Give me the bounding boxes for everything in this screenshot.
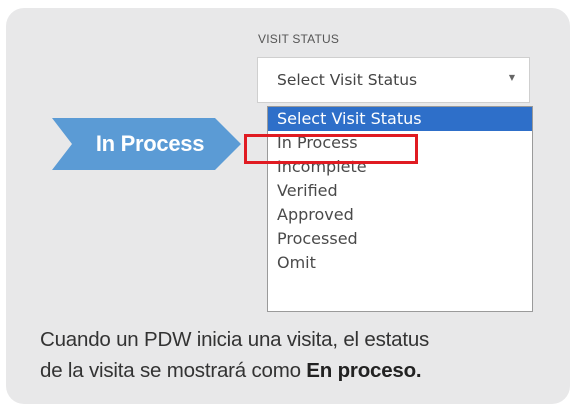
caption-text: Cuando un PDW inicia una visita, el esta… xyxy=(40,324,560,386)
visit-status-label: VISIT STATUS xyxy=(258,32,340,46)
caption-line-1: Cuando un PDW inicia una visita, el esta… xyxy=(40,328,430,351)
caption-status-emphasis: En proceso. xyxy=(306,359,422,382)
caption-line-2: de la visita se mostrará como En proceso… xyxy=(40,355,560,386)
info-panel: VISIT STATUS Select Visit Status ▼ Selec… xyxy=(6,8,570,404)
visit-status-select[interactable]: Select Visit Status ▼ xyxy=(257,57,530,103)
option-omit[interactable]: Omit xyxy=(268,251,532,275)
option-select-visit-status[interactable]: Select Visit Status xyxy=(268,107,532,131)
option-approved[interactable]: Approved xyxy=(268,203,532,227)
callout-label: In Process xyxy=(95,131,205,156)
chevron-down-icon[interactable]: ▼ xyxy=(509,73,515,82)
option-verified[interactable]: Verified xyxy=(268,179,532,203)
option-processed[interactable]: Processed xyxy=(268,227,532,251)
caption-line-2-prefix: de la visita se mostrará como xyxy=(40,359,307,382)
in-process-callout-arrow: In Process xyxy=(52,118,241,170)
in-process-highlight-box xyxy=(244,134,418,164)
visit-status-select-value: Select Visit Status xyxy=(277,71,418,89)
